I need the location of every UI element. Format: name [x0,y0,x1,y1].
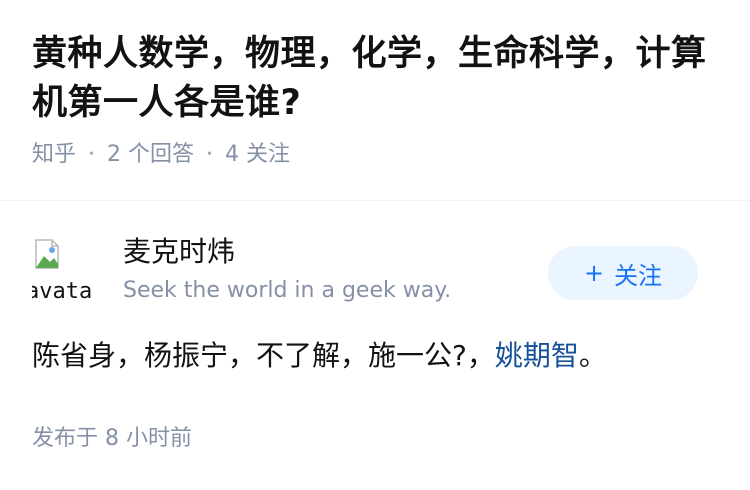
follow-button[interactable]: + 关注 [548,246,698,300]
section-divider [0,200,750,201]
author-row: avatar 麦克时炜 Seek the world in a geek way… [32,232,698,306]
answer-content: 陈省身，杨振宁，不了解，施一公?，姚期智。 [32,336,698,376]
answer-card: avatar 麦克时炜 Seek the world in a geek way… [32,232,698,376]
question-page: 黄种人数学，物理，化学，生命科学，计算机第一人各是谁? 知乎 · 2 个回答 ·… [0,0,750,490]
answer-timestamp: 发布于 8 小时前 [32,426,192,451]
author-info: 麦克时炜 Seek the world in a geek way. [123,232,451,306]
answer-text-end: 。 [578,339,607,372]
question-header: 黄种人数学，物理，化学，生命科学，计算机第一人各是谁? 知乎 · 2 个回答 ·… [0,0,750,170]
author-bio: Seek the world in a geek way. [123,278,452,303]
answer-mention-link[interactable]: 姚期智 [495,339,579,372]
question-meta: 知乎 · 2 个回答 · 4 关注 [32,140,718,170]
question-title[interactable]: 黄种人数学，物理，化学，生命科学，计算机第一人各是谁? [32,30,718,128]
avatar[interactable]: avatar [32,238,94,300]
followers-count: 4 关注 [225,142,291,167]
avatar-alt-text: avatar [32,279,94,301]
answers-count[interactable]: 2 个回答 [107,140,194,170]
answer-text: 陈省身，杨振宁，不了解，施一公?， [32,339,495,372]
broken-image-icon [35,239,59,269]
author-name[interactable]: 麦克时炜 [123,232,451,272]
follow-button-label: 关注 [614,261,663,290]
source-label[interactable]: 知乎 [32,140,76,170]
plus-icon: + [583,259,605,287]
meta-separator: · [206,142,214,167]
meta-separator: · [88,142,96,167]
